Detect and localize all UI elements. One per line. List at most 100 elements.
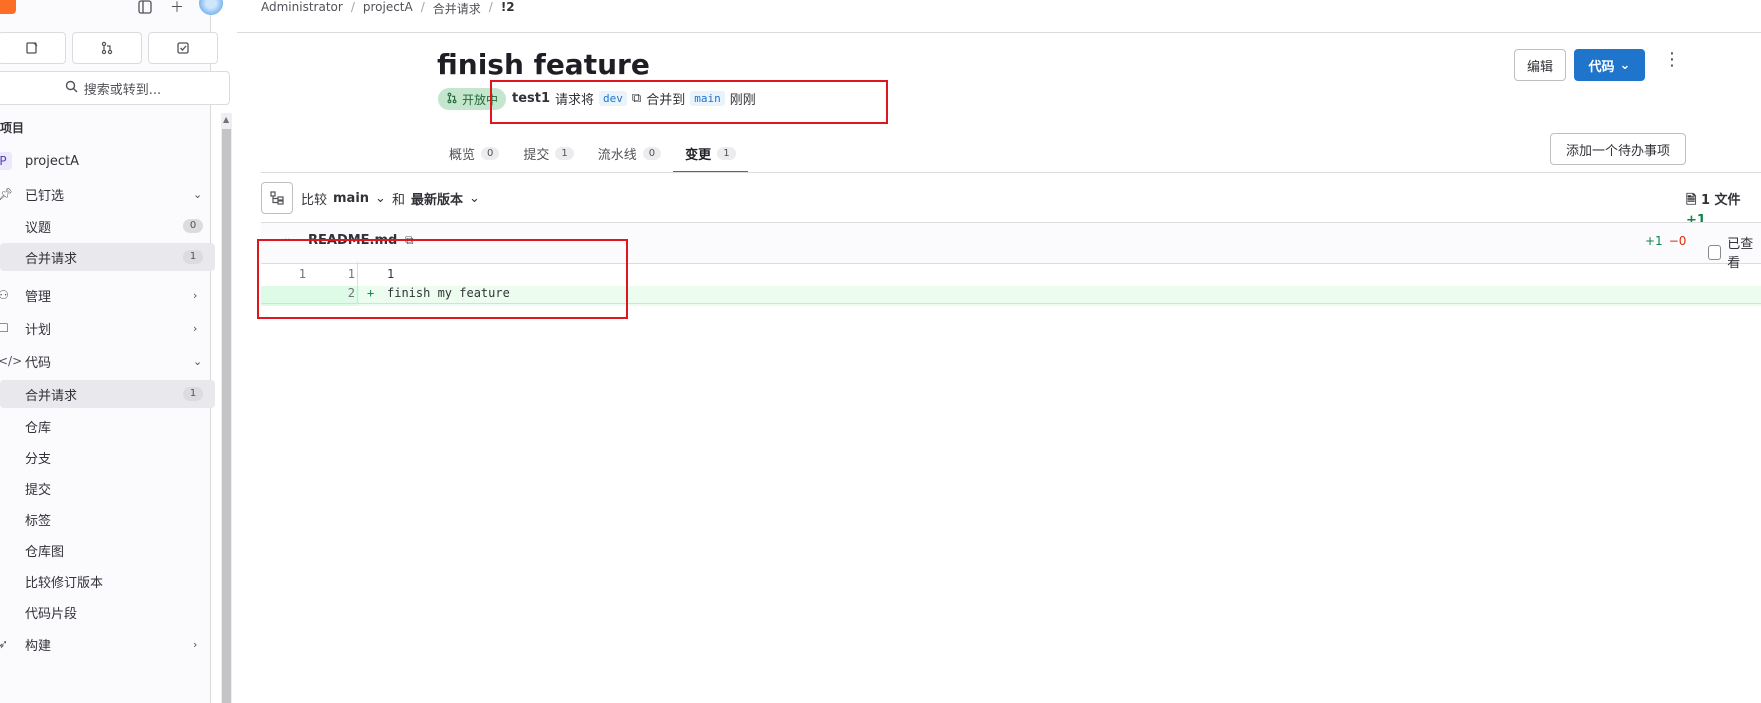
sidebar-item-label: 分支 (25, 451, 52, 467)
user-avatar[interactable] (199, 0, 223, 15)
sidebar-item-compare[interactable]: 比较修订版本 (0, 567, 215, 595)
tab-label: 流水线 (597, 147, 637, 163)
sidebar-scrollbar-thumb[interactable] (222, 129, 231, 703)
sidebar-item-repository-graph[interactable]: 仓库图 (0, 536, 215, 564)
todo-quick-icon[interactable] (148, 32, 218, 64)
chevron-down-icon: ⌄ (1619, 57, 1631, 73)
sidebar-item-label: 仓库 (25, 420, 52, 436)
sidebar-item-merge-requests-pinned[interactable]: 合并请求 1 (0, 243, 215, 271)
sidebar-item-label: 计划 (25, 322, 52, 338)
chevron-down-icon: ⌄ (193, 354, 203, 368)
sidebar-project-link[interactable]: P projectA (0, 147, 215, 175)
file-tree-toggle-icon[interactable] (261, 182, 293, 214)
search-icon (65, 80, 78, 97)
search-button[interactable]: 搜索或转到... (0, 71, 230, 105)
breadcrumb-current[interactable]: !2 (501, 0, 515, 17)
sidebar-item-branches[interactable]: 分支 (0, 443, 215, 471)
viewed-checkbox[interactable]: 已查看 (1708, 233, 1761, 271)
sidebar-item-repository[interactable]: 仓库 (0, 412, 215, 440)
tab-label: 提交 (523, 147, 550, 163)
tab-count: 0 (481, 146, 500, 160)
sidebar-item-label: 代码 (25, 355, 52, 371)
tab-count: 1 (555, 146, 574, 160)
sidebar-item-tags[interactable]: 标签 (0, 505, 215, 533)
sidebar-item-label: 合并请求 (25, 388, 78, 404)
sidebar-item-label: 标签 (25, 513, 52, 529)
tab-changes[interactable]: 变更 1 (673, 135, 748, 173)
count-badge: 1 (183, 387, 203, 401)
create-new-icon[interactable]: ＋ (166, 0, 188, 18)
chevron-right-icon: › (193, 637, 198, 651)
gitlab-logo-icon[interactable] (0, 0, 16, 14)
head-version-dropdown[interactable]: 最新版本 (411, 189, 463, 208)
sidebar-toggle-icon[interactable] (134, 0, 156, 18)
code-button-label: 代码 (1588, 59, 1615, 75)
sidebar-item-merge-requests[interactable]: 合并请求 1 (0, 380, 215, 408)
chevron-down-icon[interactable]: ⌄ (375, 191, 386, 206)
tab-label: 变更 (685, 147, 712, 163)
sidebar-item-label: 已钉选 (25, 188, 65, 204)
code-dropdown-button[interactable]: 代码 ⌄ (1574, 49, 1645, 81)
chevron-right-icon: › (193, 288, 198, 302)
divider (237, 32, 1761, 33)
additions-count: +1 (1645, 234, 1663, 248)
sidebar: ＋ 搜索或转到... 项目 P projectA 📌︎ 已钉选 ⌄ 议题 0 合… (0, 0, 232, 703)
diff-stats: +1 −0 (1645, 234, 1686, 248)
breadcrumb-item[interactable]: Administrator (261, 0, 343, 17)
project-name: projectA (25, 153, 80, 169)
sidebar-item-label: 仓库图 (25, 544, 65, 560)
count-badge: 0 (183, 219, 203, 233)
compare-prefix: 比较 (301, 193, 328, 208)
file-count-label: 1 文件 (1700, 193, 1741, 208)
base-version-dropdown[interactable]: main (333, 191, 369, 206)
section-title: 项目 (0, 121, 25, 135)
search-label: 搜索或转到... (83, 82, 162, 98)
breadcrumb-item[interactable]: projectA (363, 0, 413, 17)
mr-tabs: 概览 0 提交 1 流水线 0 变更 1 (437, 135, 748, 173)
sidebar-item-manage[interactable]: ⚇ 管理 › (0, 281, 215, 309)
edit-button[interactable]: 编辑 (1514, 49, 1566, 81)
sidebar-item-label: 比较修订版本 (25, 575, 104, 591)
sidebar-item-code[interactable]: </> 代码 ⌄ (0, 347, 215, 375)
sidebar-item-issues[interactable]: 议题 0 (0, 212, 215, 240)
sidebar-item-label: 构建 (25, 638, 52, 654)
pin-icon: 📌︎ (0, 187, 14, 201)
checkbox[interactable] (1708, 244, 1722, 260)
issues-quick-icon[interactable] (0, 32, 66, 64)
chevron-down-icon: ⌄ (193, 187, 203, 201)
calendar-icon: ☐ (0, 321, 9, 335)
deletions-count: −0 (1668, 234, 1687, 248)
scroll-up-icon[interactable]: ▲ (223, 115, 229, 124)
tab-label: 概览 (449, 147, 476, 163)
tab-pipelines[interactable]: 流水线 0 (586, 135, 673, 171)
sidebar-item-commits[interactable]: 提交 (0, 474, 215, 502)
compare-versions: 比较 main ⌄ 和 最新版本 ⌄ (301, 189, 480, 208)
sidebar-item-plan[interactable]: ☐ 计划 › (0, 314, 215, 342)
tab-overview[interactable]: 概览 0 (437, 135, 511, 171)
add-todo-button[interactable]: 添加一个待办事项 (1550, 133, 1686, 165)
tab-count: 0 (642, 146, 662, 160)
quick-actions (0, 32, 218, 64)
page-title: finish feature (437, 48, 650, 81)
sidebar-item-label: 合并请求 (25, 251, 78, 267)
more-actions-icon[interactable]: ⋮ (1663, 51, 1681, 69)
sidebar-item-label: 管理 (25, 289, 52, 305)
sidebar-item-label: 议题 (25, 220, 52, 236)
chevron-right-icon: › (193, 321, 198, 335)
chevron-down-icon[interactable]: ⌄ (469, 191, 480, 206)
tab-commits[interactable]: 提交 1 (511, 135, 585, 171)
file-icon: 🗎︎ (1686, 193, 1697, 208)
sidebar-item-snippets[interactable]: 代码片段 (0, 598, 215, 626)
annotation-box (257, 239, 628, 319)
breadcrumb-item[interactable]: 合并请求 (433, 0, 481, 17)
code-icon: </> (0, 354, 23, 368)
merge-requests-quick-icon[interactable] (72, 32, 142, 64)
sidebar-item-build[interactable]: ➶ 构建 › (0, 630, 215, 658)
count-badge: 1 (183, 250, 203, 264)
annotation-box (490, 80, 888, 124)
sidebar-item-pinned[interactable]: 📌︎ 已钉选 ⌄ (0, 180, 215, 208)
project-avatar: P (0, 152, 12, 170)
rocket-icon: ➶ (0, 637, 9, 651)
merge-request-icon (446, 92, 458, 107)
breadcrumb: Administrator / projectA / 合并请求 / !2 (261, 0, 515, 17)
